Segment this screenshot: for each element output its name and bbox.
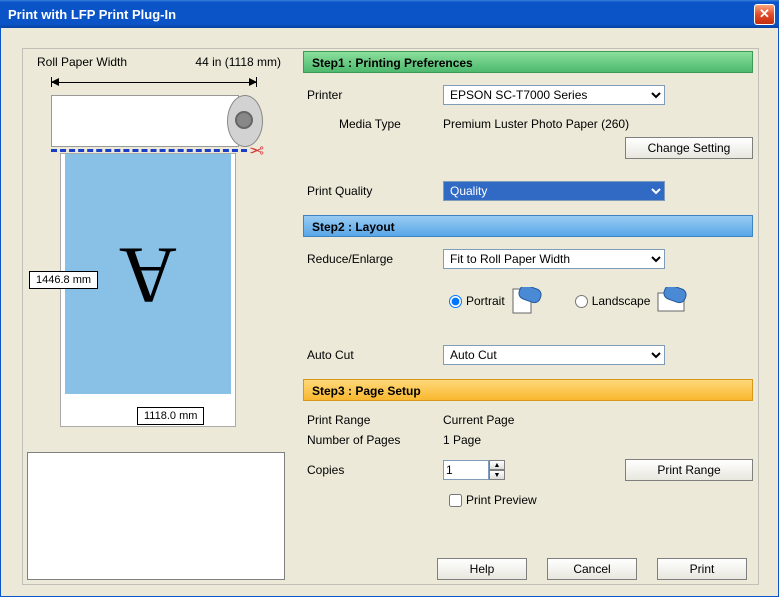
printer-select[interactable]: EPSON SC-T7000 Series: [443, 85, 665, 105]
print-range-button[interactable]: Print Range: [625, 459, 753, 481]
roll-paper-width-label: Roll Paper Width: [37, 55, 127, 69]
scissors-icon: ✂: [249, 141, 264, 162]
landscape-radio[interactable]: Landscape: [575, 294, 651, 308]
auto-cut-label: Auto Cut: [303, 348, 443, 362]
reduce-enlarge-select[interactable]: Fit to Roll Paper Width: [443, 249, 665, 269]
roll-icon: [51, 95, 257, 147]
print-range-label: Print Range: [303, 413, 443, 427]
change-setting-button[interactable]: Change Setting: [625, 137, 753, 159]
copies-input[interactable]: [443, 460, 489, 480]
copies-spin-up[interactable]: ▲: [489, 460, 505, 470]
print-button[interactable]: Print: [657, 558, 747, 580]
media-type-value: Premium Luster Photo Paper (260): [443, 117, 629, 131]
output-preview-area: [27, 452, 285, 580]
printer-label: Printer: [303, 88, 443, 102]
step1-heading: Step1 : Printing Preferences: [303, 51, 753, 73]
step3-heading: Step3 : Page Setup: [303, 379, 753, 401]
print-quality-select[interactable]: Quality: [443, 181, 665, 201]
number-of-pages-label: Number of Pages: [303, 433, 443, 447]
close-icon: ✕: [759, 6, 770, 22]
step2-heading: Step2 : Layout: [303, 215, 753, 237]
reduce-enlarge-label: Reduce/Enlarge: [303, 252, 443, 266]
window-title: Print with LFP Print Plug-In: [8, 7, 176, 22]
paper-preview: ✂ A 1446.8 mm 1118.0 mm: [37, 75, 281, 437]
print-range-value: Current Page: [443, 413, 514, 427]
print-preview-checkbox[interactable]: Print Preview: [449, 493, 537, 507]
close-button[interactable]: ✕: [754, 4, 775, 25]
preview-width-label: 1118.0 mm: [137, 407, 204, 425]
preview-height-label: 1446.8 mm: [29, 271, 98, 289]
copies-label: Copies: [303, 463, 443, 477]
title-bar: Print with LFP Print Plug-In ✕: [0, 0, 779, 28]
landscape-icon: [656, 287, 688, 315]
portrait-radio[interactable]: Portrait: [449, 294, 505, 308]
media-type-label: Media Type: [303, 117, 443, 131]
portrait-icon: [511, 287, 543, 315]
number-of-pages-value: 1 Page: [443, 433, 481, 447]
copies-spin-down[interactable]: ▼: [489, 470, 505, 480]
auto-cut-select[interactable]: Auto Cut: [443, 345, 665, 365]
cancel-button[interactable]: Cancel: [547, 558, 637, 580]
print-quality-label: Print Quality: [303, 184, 443, 198]
help-button[interactable]: Help: [437, 558, 527, 580]
roll-paper-width-value: 44 in (1118 mm): [195, 55, 281, 69]
